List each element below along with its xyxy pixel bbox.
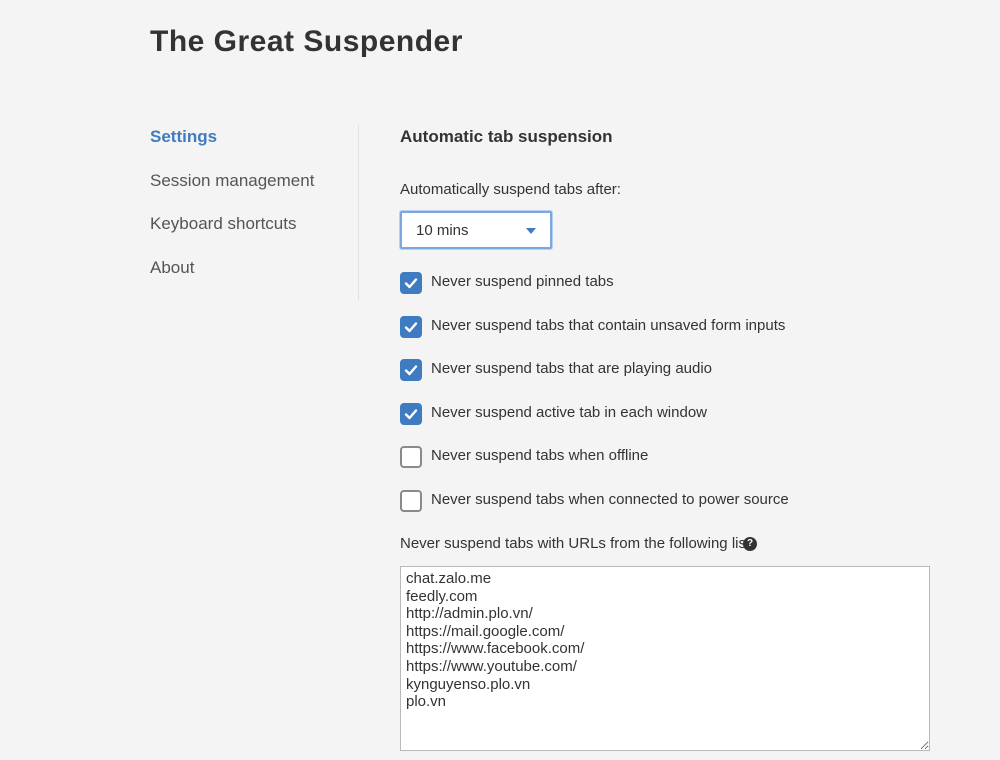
app-title: The Great Suspender xyxy=(150,25,463,58)
help-icon[interactable]: ? xyxy=(743,537,757,551)
settings-content: Automatic tab suspension Automatically s… xyxy=(400,125,960,751)
caret-down-icon xyxy=(526,228,536,234)
checkbox[interactable] xyxy=(400,272,422,294)
checkbox[interactable] xyxy=(400,489,422,512)
checkbox[interactable] xyxy=(400,446,422,469)
checkmark-icon xyxy=(404,409,418,419)
option-label: Never suspend active tab in each window xyxy=(431,403,707,421)
checkmark-icon xyxy=(404,365,418,376)
nav-item-session-management[interactable]: Session management xyxy=(150,169,358,193)
option-label: Never suspend tabs that contain unsaved … xyxy=(431,316,786,334)
option-label: Never suspend tabs that are playing audi… xyxy=(431,360,713,378)
nav-item-keyboard-shortcuts[interactable]: Keyboard shortcuts xyxy=(150,212,358,236)
checkmark-icon xyxy=(404,278,418,289)
nav-item-settings[interactable]: Settings xyxy=(150,125,358,149)
option-label: Never suspend tabs when offline xyxy=(431,447,649,465)
suspend-time-value: 10 mins xyxy=(416,222,469,239)
checkbox[interactable] xyxy=(400,359,422,382)
sidebar-nav: Settings Session management Keyboard sho… xyxy=(150,125,359,300)
whitelist-textarea[interactable]: chat.zalo.me feedly.com http://admin.plo… xyxy=(400,566,930,751)
option-label: Never suspend tabs when connected to pow… xyxy=(431,490,789,508)
suspend-after-label: Automatically suspend tabs after: xyxy=(400,181,621,198)
section-title: Automatic tab suspension xyxy=(400,127,613,146)
whitelist-label: Never suspend tabs with URLs from the fo… xyxy=(400,535,755,552)
nav-item-about[interactable]: About xyxy=(150,256,358,280)
suspend-time-select[interactable]: 10 mins xyxy=(400,211,552,249)
checkbox[interactable] xyxy=(400,402,422,425)
option-label: Never suspend pinned tabs xyxy=(431,273,614,290)
checkbox[interactable] xyxy=(400,315,422,338)
settings-page: The Great Suspender Settings Session man… xyxy=(0,0,1000,760)
checkmark-icon xyxy=(404,321,418,332)
